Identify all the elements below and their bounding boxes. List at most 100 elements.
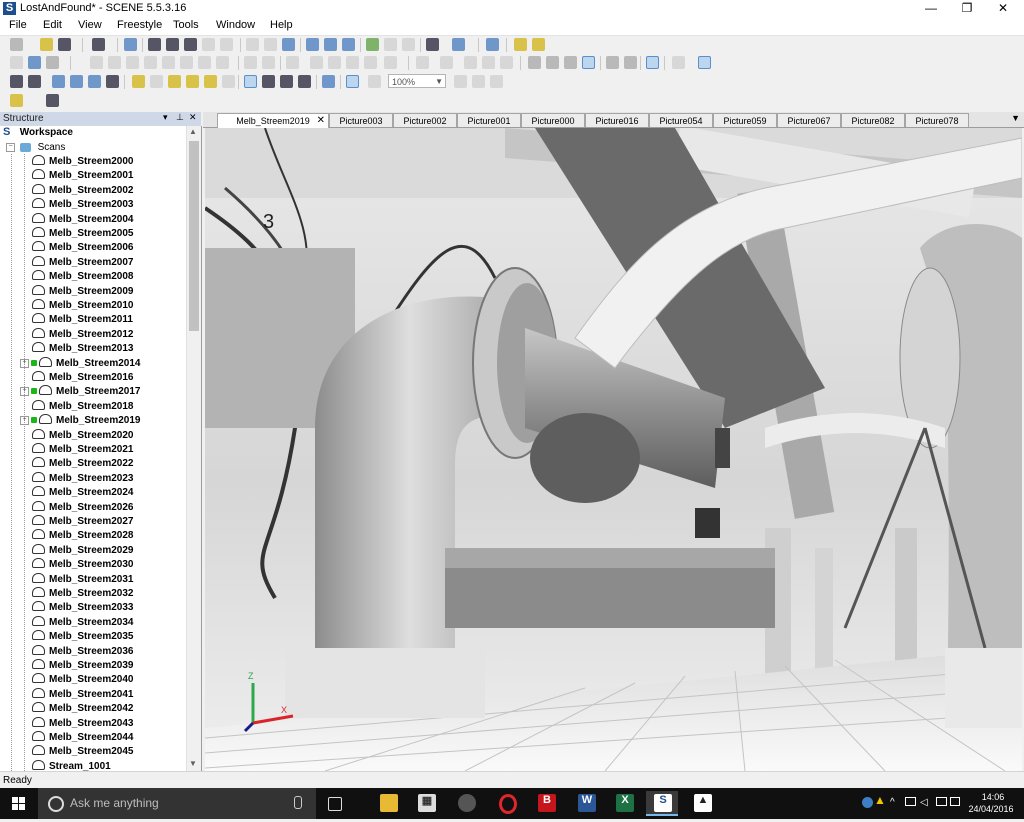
points-small-icon[interactable] bbox=[528, 56, 541, 69]
list-view-icon[interactable] bbox=[324, 38, 337, 51]
tab-picture003[interactable]: Picture003 bbox=[329, 113, 393, 127]
3d-view-icon[interactable] bbox=[166, 38, 179, 51]
tree-workspace[interactable]: S Workspace bbox=[3, 126, 73, 140]
iso-view-3-icon[interactable] bbox=[216, 56, 229, 69]
line-select-icon[interactable] bbox=[150, 75, 163, 88]
scan-item[interactable]: + Melb_Streem2019 bbox=[20, 414, 141, 428]
taskbar-opera[interactable] bbox=[490, 791, 522, 816]
scan-item[interactable]: Melb_Streem2044 bbox=[32, 731, 134, 745]
scan-item[interactable]: Melb_Streem2013 bbox=[32, 342, 134, 356]
taskbar-app-gray[interactable] bbox=[450, 791, 482, 816]
color-icon[interactable] bbox=[464, 56, 477, 69]
print-icon[interactable] bbox=[92, 38, 105, 51]
scan-item[interactable]: Melb_Streem2031 bbox=[32, 573, 134, 587]
scan-item[interactable]: Melb_Streem2005 bbox=[32, 227, 134, 241]
circle-select-icon[interactable] bbox=[186, 75, 199, 88]
pan-icon[interactable] bbox=[346, 75, 359, 88]
registration-icon[interactable] bbox=[514, 38, 527, 51]
bottom-view-icon[interactable] bbox=[162, 56, 175, 69]
taskbar-word[interactable]: W bbox=[570, 791, 602, 816]
taskbar-scene[interactable]: S bbox=[646, 791, 678, 816]
snapshot-icon[interactable] bbox=[364, 56, 377, 69]
minimize-button[interactable]: — bbox=[914, 0, 948, 17]
inside-select-icon[interactable] bbox=[244, 75, 257, 88]
iso-view-2-icon[interactable] bbox=[198, 56, 211, 69]
taskbar-store[interactable]: ▦ bbox=[410, 791, 442, 816]
scrollbar-thumb[interactable] bbox=[189, 141, 199, 331]
tab-list-dropdown-icon[interactable]: ▼ bbox=[1011, 113, 1020, 123]
clock-time[interactable]: 14:06 bbox=[968, 792, 1018, 802]
subtract-select-icon[interactable] bbox=[298, 75, 311, 88]
menu-help[interactable]: Help bbox=[270, 19, 293, 31]
point-cloud-viewport[interactable]: 3 Z X bbox=[205, 128, 1022, 771]
intensity-icon[interactable] bbox=[482, 56, 495, 69]
edl-toggle-icon[interactable] bbox=[646, 56, 659, 69]
task-view-button[interactable] bbox=[318, 791, 350, 816]
scan-view-icon[interactable] bbox=[148, 38, 161, 51]
brush-select-icon[interactable] bbox=[222, 75, 235, 88]
scan-item[interactable]: Melb_Streem2035 bbox=[32, 630, 134, 644]
correspondence-view-icon[interactable] bbox=[306, 38, 319, 51]
tab-picture078[interactable]: Picture078 bbox=[905, 113, 969, 127]
navigate-icon[interactable] bbox=[28, 56, 41, 69]
clipping-icon[interactable] bbox=[310, 56, 323, 69]
export-icon[interactable] bbox=[672, 56, 685, 69]
scan-item[interactable]: Melb_Streem2000 bbox=[32, 155, 134, 169]
import-icon[interactable] bbox=[282, 38, 295, 51]
open-project-icon[interactable] bbox=[40, 38, 53, 51]
scan-item[interactable]: Melb_Streem2007 bbox=[32, 256, 134, 270]
scan-item[interactable]: Melb_Streem2028 bbox=[32, 529, 134, 543]
cluster-icon[interactable] bbox=[52, 75, 65, 88]
clock-date[interactable]: 24/04/2016 bbox=[962, 804, 1020, 814]
grid-icon[interactable] bbox=[416, 56, 429, 69]
scan-item[interactable]: Melb_Streem2033 bbox=[32, 601, 134, 615]
menu-edit[interactable]: Edit bbox=[43, 19, 62, 31]
keyboard-icon[interactable] bbox=[950, 797, 960, 806]
new-project-icon[interactable] bbox=[10, 38, 23, 51]
zoom-in-icon[interactable] bbox=[454, 75, 467, 88]
scan-item[interactable]: Melb_Streem2020 bbox=[32, 429, 134, 443]
scan-item[interactable]: Melb_Streem2042 bbox=[32, 702, 134, 716]
scan-item[interactable]: Melb_Streem2016 bbox=[32, 371, 134, 385]
scan-item[interactable]: Melb_Streem2010 bbox=[32, 299, 134, 313]
help-icon[interactable] bbox=[124, 38, 137, 51]
scan-item[interactable]: Melb_Streem2002 bbox=[32, 184, 134, 198]
network-icon[interactable] bbox=[905, 797, 916, 806]
volume-icon[interactable]: ◁ bbox=[920, 797, 931, 808]
tab-melb-streem2019[interactable]: Melb_Streem2019 ✕ bbox=[217, 113, 329, 128]
scan-item[interactable]: Melb_Streem2011 bbox=[32, 313, 133, 327]
plane-icon[interactable] bbox=[346, 56, 359, 69]
zoom-region-icon[interactable] bbox=[262, 56, 275, 69]
scan-item[interactable]: Melb_Streem2029 bbox=[32, 544, 134, 558]
select-icon[interactable] bbox=[10, 75, 23, 88]
display-quality-icon[interactable] bbox=[606, 56, 619, 69]
rectangle-select-icon[interactable] bbox=[132, 75, 145, 88]
scan-item[interactable]: Melb_Streem2034 bbox=[32, 616, 134, 630]
display-quality-2-icon[interactable] bbox=[624, 56, 637, 69]
points-auto-icon[interactable] bbox=[582, 56, 595, 69]
layout-icon[interactable] bbox=[220, 38, 233, 51]
scan-item[interactable]: Melb_Streem2023 bbox=[32, 472, 134, 486]
scan-item[interactable]: Melb_Streem2036 bbox=[32, 645, 134, 659]
scan-item[interactable]: Melb_Streem2041 bbox=[32, 688, 134, 702]
prev-icon[interactable] bbox=[286, 56, 299, 69]
scan-item[interactable]: Melb_Streem2003 bbox=[32, 198, 134, 212]
outside-select-icon[interactable] bbox=[262, 75, 275, 88]
table-view-icon[interactable] bbox=[342, 38, 355, 51]
show-hidden-icons[interactable]: ^ bbox=[890, 797, 901, 808]
fit-view-icon[interactable] bbox=[368, 75, 381, 88]
tab-picture001[interactable]: Picture001 bbox=[457, 113, 521, 127]
collapse-icon[interactable]: − bbox=[6, 142, 15, 152]
scan-item[interactable]: Melb_Streem2021 bbox=[32, 443, 134, 457]
ellipse-select-icon[interactable] bbox=[204, 75, 217, 88]
scan-item[interactable]: + Melb_Streem2017 bbox=[20, 385, 141, 399]
tree-scrollbar[interactable]: ▲ ▼ bbox=[186, 126, 201, 771]
menu-freestyle[interactable]: Freestyle bbox=[117, 19, 162, 31]
tab-picture016[interactable]: Picture016 bbox=[585, 113, 649, 127]
scan-item[interactable]: Melb_Streem2004 bbox=[32, 213, 134, 227]
top-view-icon[interactable] bbox=[90, 56, 103, 69]
scene-app-icon[interactable]: S bbox=[3, 2, 16, 15]
home-view-icon[interactable] bbox=[202, 38, 215, 51]
scan-item[interactable]: Melb_Streem2001 bbox=[32, 169, 134, 183]
tree-scans-folder[interactable]: − Scans bbox=[6, 141, 65, 155]
